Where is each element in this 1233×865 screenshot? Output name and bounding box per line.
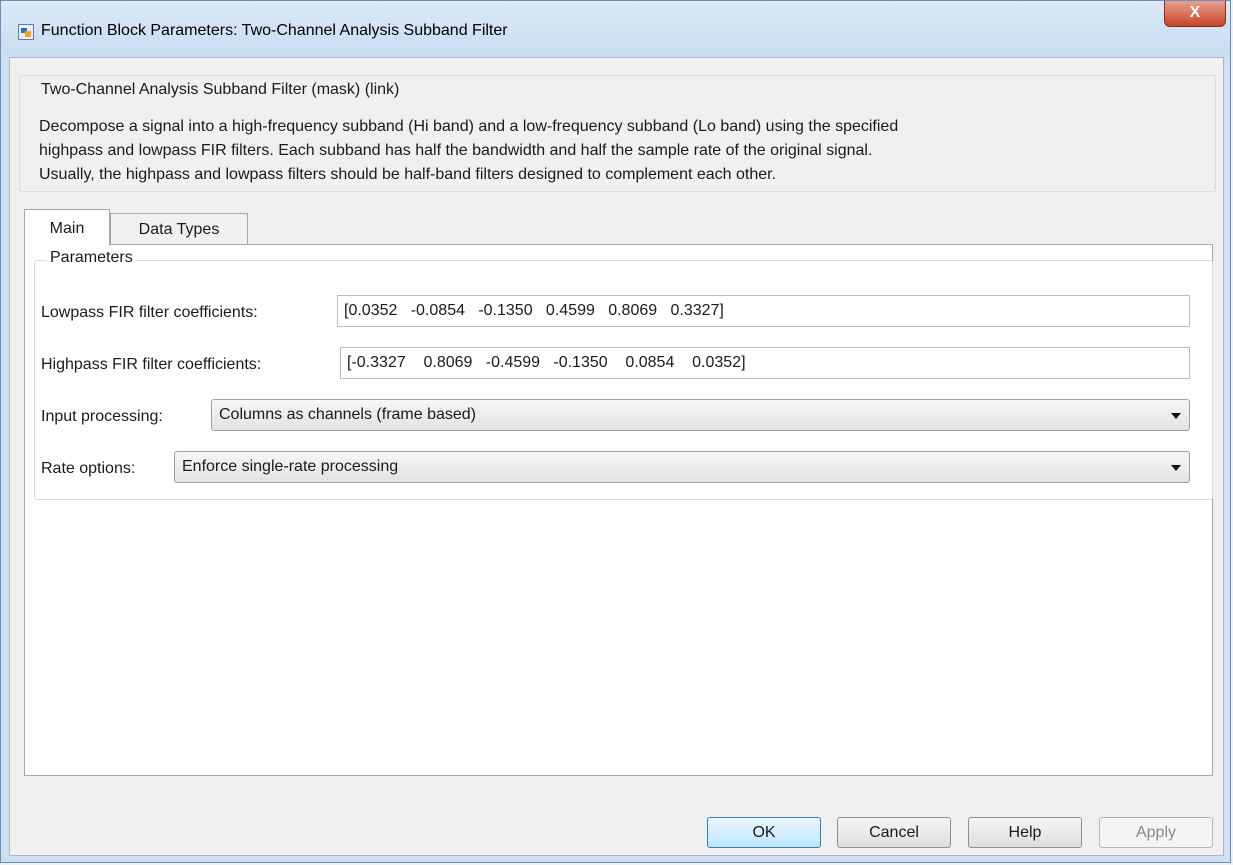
lowpass-coefficients-field[interactable]: [0.0352 -0.0854 -0.1350 0.4599 0.8069 0.… [337,295,1190,327]
chevron-down-icon [1171,413,1181,419]
close-button[interactable]: X [1164,1,1226,27]
rate-options-label: Rate options: [41,460,136,477]
chevron-down-icon [1171,465,1181,471]
description-line-1: Decompose a signal into a high-frequency… [39,118,899,135]
rate-options-value: Enforce single-rate processing [182,458,399,475]
main-tab-panel: Parameters Lowpass FIR filter coefficien… [24,244,1213,776]
description-line-3: Usually, the highpass and lowpass filter… [39,166,777,183]
help-button[interactable]: Help [968,817,1082,848]
title-bar[interactable]: Function Block Parameters: Two-Channel A… [1,1,1230,57]
description-text: Decompose a signal into a high-frequency… [39,115,1219,187]
tab-data-types[interactable]: Data Types [110,213,248,245]
input-processing-value: Columns as channels (frame based) [219,406,477,423]
tab-main[interactable]: Main [24,209,110,246]
simulink-block-icon [18,24,34,40]
window-title: Function Block Parameters: Two-Channel A… [41,22,508,39]
ok-button[interactable]: OK [707,817,821,848]
apply-button[interactable]: Apply [1099,817,1213,848]
description-legend: Two-Channel Analysis Subband Filter (mas… [38,81,403,99]
parameters-group: Parameters Lowpass FIR filter coefficien… [34,249,1213,500]
highpass-label: Highpass FIR filter coefficients: [41,356,262,373]
input-processing-label: Input processing: [41,408,163,425]
cancel-button[interactable]: Cancel [837,817,951,848]
lowpass-label: Lowpass FIR filter coefficients: [41,304,258,321]
highpass-coefficients-field[interactable]: [-0.3327 0.8069 -0.4599 -0.1350 0.0854 0… [340,347,1190,379]
description-group: Two-Channel Analysis Subband Filter (mas… [19,75,1216,192]
dialog-body: Two-Channel Analysis Subband Filter (mas… [9,57,1224,856]
description-line-2: highpass and lowpass FIR filters. Each s… [39,142,873,159]
input-processing-dropdown[interactable]: Columns as channels (frame based) [211,399,1190,431]
dialog-window: Function Block Parameters: Two-Channel A… [0,0,1231,863]
rate-options-dropdown[interactable]: Enforce single-rate processing [174,451,1190,483]
parameters-legend: Parameters [47,249,136,267]
